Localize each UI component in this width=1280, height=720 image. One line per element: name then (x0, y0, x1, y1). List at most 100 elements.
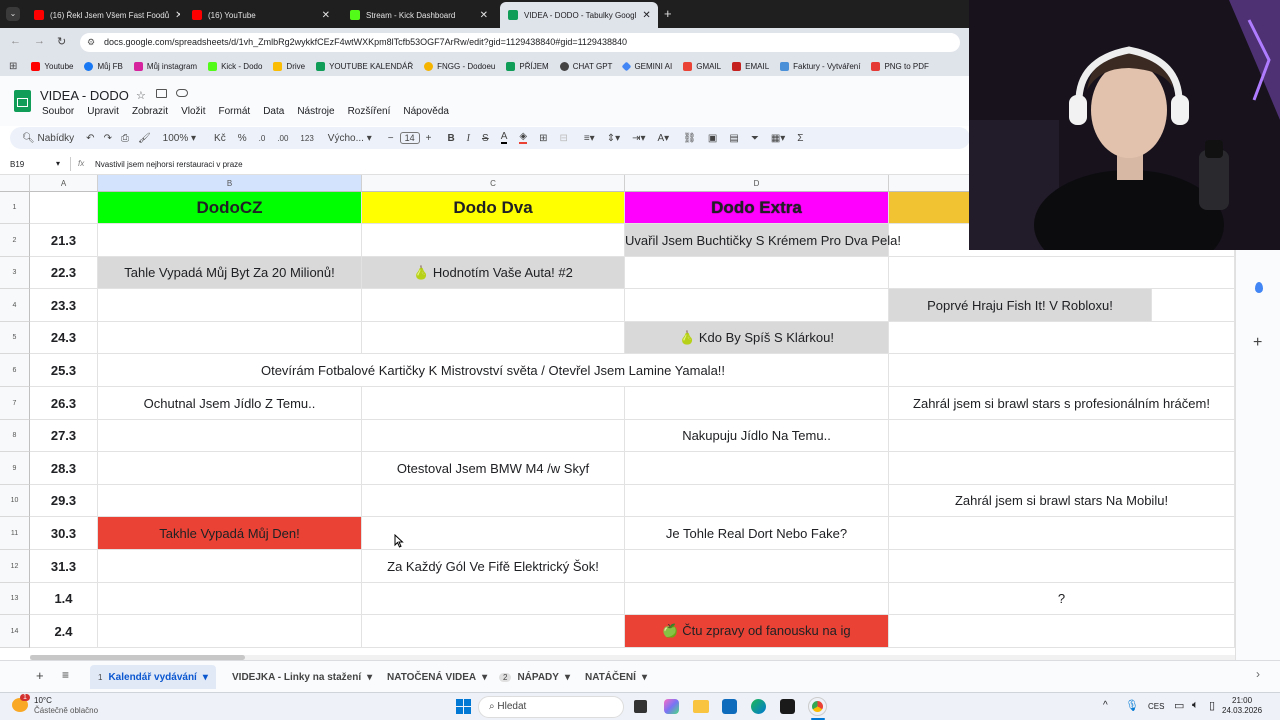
cell-b[interactable]: Tahle Vypadá Můj Byt Za 20 Milionů! (98, 257, 362, 289)
cell-c[interactable] (362, 322, 625, 354)
row-header[interactable]: 4 (0, 289, 30, 322)
cell-b[interactable] (98, 485, 362, 517)
cell-d[interactable] (625, 550, 889, 583)
bookmark-instagram[interactable]: Můj instagram (133, 61, 197, 71)
strikethrough-icon[interactable]: S (482, 133, 489, 144)
date-cell[interactable]: 23.3 (30, 289, 98, 322)
cell-b[interactable] (98, 583, 362, 615)
cell-e[interactable]: Zahrál jsem si brawl stars s profesionál… (889, 387, 1235, 420)
menu-rozsireni[interactable]: Rozšíření (348, 106, 391, 117)
column-header-d[interactable]: D (625, 175, 889, 192)
cell-e[interactable] (889, 420, 1235, 452)
browser-tab-2[interactable]: (16) YouTube ✕ (184, 4, 338, 26)
horizontal-align-icon[interactable]: ≡▾ (584, 133, 595, 144)
bookmark-gemini[interactable]: GEMINI AI (621, 61, 672, 71)
cell-c[interactable] (362, 224, 625, 257)
paint-format-icon[interactable]: 🖌︎ (138, 133, 151, 144)
fill-color-icon[interactable]: ◈ (519, 132, 528, 144)
cell-c[interactable] (362, 583, 625, 615)
menu-format[interactable]: Formát (219, 106, 251, 117)
cell-b[interactable] (98, 322, 362, 354)
bookmark-prijem[interactable]: PŘÍJEM (506, 61, 549, 71)
browser-tab-3[interactable]: Stream - Kick Dashboard ✕ (342, 4, 496, 26)
close-icon[interactable]: ✕ (642, 10, 650, 21)
date-cell[interactable]: 27.3 (30, 420, 98, 452)
menu-nastroje[interactable]: Nástroje (297, 106, 334, 117)
text-color-icon[interactable]: A (500, 132, 508, 144)
copilot-icon[interactable] (664, 699, 679, 714)
store-icon[interactable] (722, 699, 737, 714)
maps-icon[interactable] (1255, 282, 1263, 293)
insert-link-icon[interactable]: ⛓︎ (683, 133, 696, 144)
redo-icon[interactable]: ↷ (104, 133, 112, 144)
font-size-increase-icon[interactable]: + (426, 133, 432, 144)
bookmark-faktury[interactable]: Faktury - Vytváření (780, 61, 860, 71)
currency-format-button[interactable]: Kč (214, 133, 226, 144)
cell-c[interactable] (362, 615, 625, 648)
row-header[interactable]: 11 (0, 517, 30, 550)
date-cell[interactable]: 24.3 (30, 322, 98, 354)
windows-start-icon[interactable] (456, 699, 471, 714)
more-formats-button[interactable]: 123 (300, 134, 313, 143)
text-wrap-icon[interactable]: ⇥▾ (632, 133, 645, 144)
cell-e[interactable] (889, 550, 1235, 583)
bookmark-fb[interactable]: Můj FB (84, 61, 123, 71)
cell-d[interactable]: Nakupuju Jídlo Na Temu.. (625, 420, 889, 452)
column-header-c[interactable]: C (362, 175, 625, 192)
cell-b[interactable]: Ochutnal Jsem Jídlo Z Temu.. (98, 387, 362, 420)
all-sheets-icon[interactable]: ≡ (62, 668, 69, 682)
cell-c[interactable]: Za Každý Gól Ve Fifě Elektrický Šok! (362, 550, 625, 583)
close-icon[interactable]: ✕ (175, 10, 180, 21)
clock-date[interactable]: 24.03.2026 (1222, 706, 1262, 715)
select-all-corner[interactable] (0, 175, 30, 192)
chevron-down-icon[interactable]: ▾ (56, 159, 60, 168)
cell-b[interactable]: Takhle Vypadá Můj Den! (98, 517, 362, 550)
cell-d[interactable]: 🍏 Čtu zpravy od fanousku na ig (625, 615, 889, 648)
print-icon[interactable]: ⎙ (121, 133, 129, 144)
vertical-align-icon[interactable]: ⇕▾ (607, 133, 620, 144)
merge-cells-icon[interactable]: ⊟ (559, 133, 567, 144)
cell-e[interactable] (889, 322, 1235, 354)
document-title[interactable]: VIDEA - DODO (40, 88, 129, 103)
cell-e[interactable] (889, 452, 1235, 485)
percent-format-button[interactable]: % (238, 133, 247, 144)
row-header[interactable]: 1 (0, 192, 30, 224)
functions-button[interactable]: Σ (797, 133, 803, 144)
browser-tab-4[interactable]: VIDEA - DODO - Tabulky Googl ✕ (500, 2, 658, 28)
insert-comment-icon[interactable]: ▣ (708, 133, 717, 144)
file-explorer-icon[interactable] (693, 700, 709, 713)
row-header[interactable]: 14 (0, 615, 30, 648)
menu-data[interactable]: Data (263, 106, 284, 117)
bookmark-gmail[interactable]: GMAIL (683, 61, 721, 71)
close-icon[interactable]: ✕ (322, 10, 330, 21)
site-info-icon[interactable]: ⚙ (87, 37, 95, 48)
bookmark-youtube[interactable]: Youtube (31, 61, 73, 71)
filter-icon[interactable]: ⏷ (751, 133, 759, 144)
add-addon-icon[interactable]: + (1253, 334, 1262, 352)
cell-f[interactable] (1152, 289, 1235, 322)
bookmark-email[interactable]: EMAIL (732, 61, 769, 71)
battery-icon[interactable]: ▯ (1209, 699, 1215, 712)
row-header[interactable]: 2 (0, 224, 30, 257)
header-cell-a[interactable] (30, 192, 98, 224)
sheet-tab-nataceni[interactable]: NATÁČENÍ ▾ (585, 668, 647, 686)
edge-icon[interactable] (751, 699, 766, 714)
row-header[interactable]: 9 (0, 452, 30, 485)
cell-d[interactable]: Uvařil Jsem Buchtičky S Krémem Pro Dva P… (625, 224, 901, 257)
cell-d[interactable] (625, 289, 889, 322)
sheet-tab-videjka[interactable]: VIDEJKA - Linky na stažení ▾ (232, 668, 372, 686)
cell-c[interactable] (362, 420, 625, 452)
date-cell[interactable]: 31.3 (30, 550, 98, 583)
row-header[interactable]: 13 (0, 583, 30, 615)
filter-views-icon[interactable]: ▦▾ (771, 133, 785, 144)
cell-d[interactable] (625, 387, 889, 420)
chrome-icon[interactable] (808, 697, 827, 716)
cell-c[interactable]: 🍐 Hodnotím Vaše Auta! #2 (362, 257, 625, 289)
star-icon[interactable]: ☆ (136, 89, 146, 102)
cell-b[interactable] (98, 224, 362, 257)
menu-soubor[interactable]: Soubor (42, 106, 74, 117)
row-header[interactable]: 6 (0, 354, 30, 387)
reload-icon[interactable]: ↻ (57, 35, 66, 48)
cell-e[interactable] (889, 517, 1235, 550)
menu-upravit[interactable]: Upravit (87, 106, 119, 117)
